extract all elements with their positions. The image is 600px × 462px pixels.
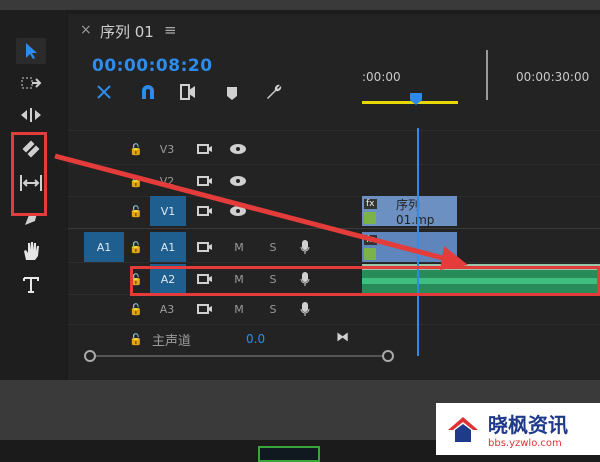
program-thumbnail[interactable] [258, 446, 320, 462]
watermark-title: 晓枫资讯 [488, 413, 568, 437]
watermark: 晓枫资讯 bbs.yzwlo.com [436, 403, 600, 455]
watermark-url: bbs.yzwlo.com [488, 438, 562, 449]
house-logo-icon [448, 417, 478, 442]
